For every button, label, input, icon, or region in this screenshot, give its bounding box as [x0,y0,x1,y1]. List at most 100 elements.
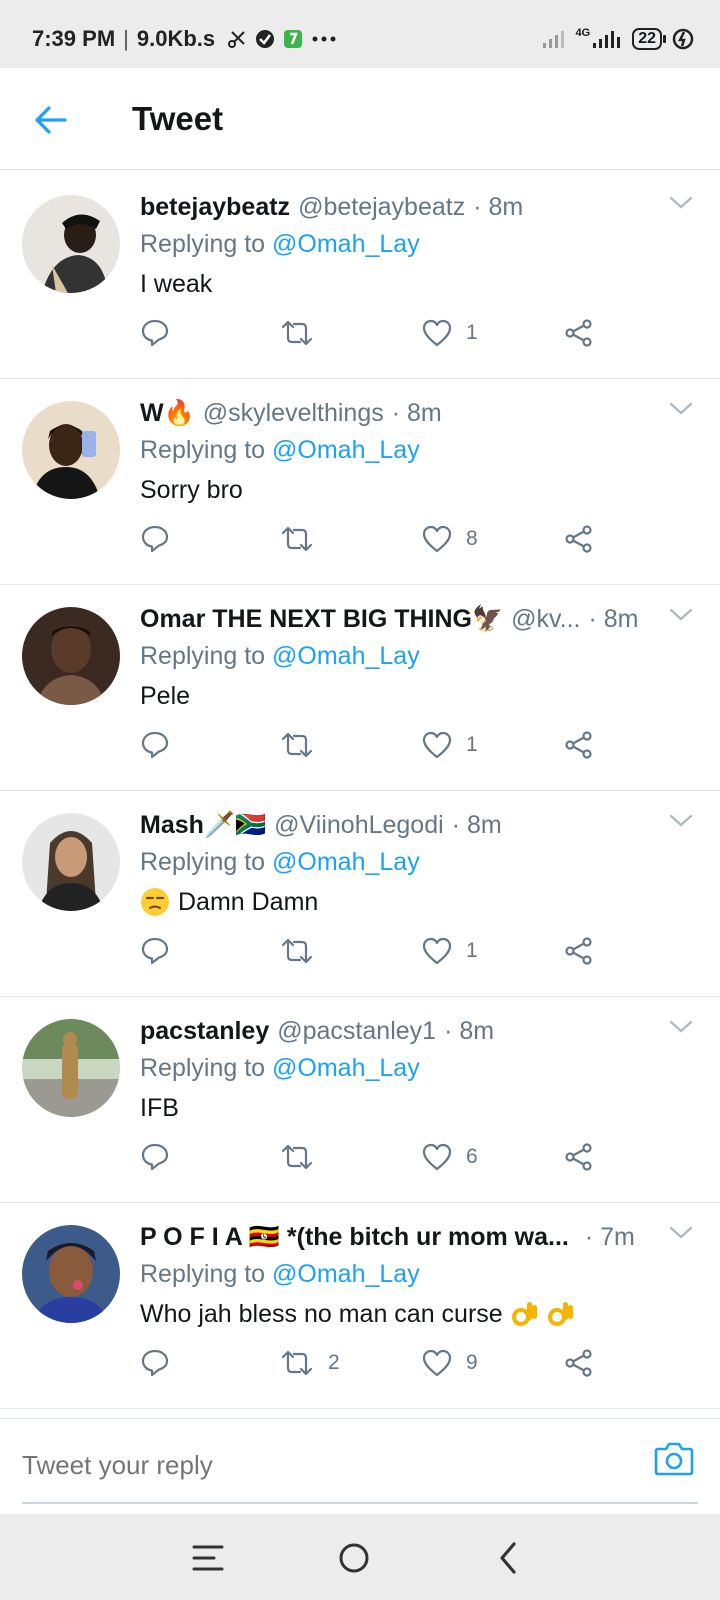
author-handle[interactable]: @betejaybeatz [298,191,465,223]
tweet-item[interactable]: betejaybeatz @betejaybeatz · 8m Replying… [0,173,720,379]
heart-icon [422,525,452,553]
share-button[interactable] [564,1343,594,1383]
author-handle[interactable]: @ViinohLegodi [274,809,444,841]
tweet-text-row: Who jah bless no man can curse [140,1298,690,1330]
mention-link[interactable]: @Omah_Lay [272,436,420,464]
author-name[interactable]: pacstanley [140,1015,269,1047]
share-button[interactable] [564,931,594,971]
avatar[interactable] [22,195,120,293]
tweet-item[interactable]: pacstanley @pacstanley1 · 8m Replying to… [0,997,720,1203]
tweet-item[interactable]: Omar THE NEXT BIG THING🦅 @kv... · 8m Rep… [0,585,720,791]
author-name[interactable]: betejaybeatz [140,191,290,223]
like-button[interactable]: 9 [422,1343,478,1383]
like-button[interactable]: 8 [422,519,478,559]
mention-link[interactable]: @Omah_Lay [272,848,420,876]
share-button[interactable] [564,313,594,353]
heart-icon [422,319,452,347]
retweet-icon [281,320,313,346]
reply-underline [22,1502,698,1504]
tweet-menu-button[interactable] [668,195,694,216]
like-button[interactable]: 6 [422,1137,478,1177]
system-back-button[interactable] [488,1538,528,1578]
retweet-icon [281,1144,313,1170]
check-circle-icon [256,30,275,48]
avatar[interactable] [22,1225,120,1323]
author-handle[interactable]: @kv... [511,603,580,635]
tweet-actions: 8 [140,519,610,559]
mention-link[interactable]: @Omah_Lay [272,642,420,670]
chevron-down-icon [669,608,693,621]
tweet-text: IFB [140,1094,179,1122]
like-button[interactable]: 1 [422,931,478,971]
tweet-menu-button[interactable] [668,607,694,628]
reply-button[interactable] [140,931,170,971]
retweet-icon [281,1350,313,1376]
heart-icon [422,1349,452,1377]
reply-button[interactable] [140,313,170,353]
retweet-button[interactable] [280,725,328,765]
recents-button[interactable] [188,1538,228,1578]
avatar[interactable] [22,607,120,705]
tweet-body: betejaybeatz @betejaybeatz · 8m Replying… [140,191,690,300]
author-name[interactable]: Omar THE NEXT BIG THING🦅 [140,603,503,635]
status-left: 7:39 PM | 9.0Kb.s [32,26,337,52]
share-button[interactable] [564,725,594,765]
tweet-text: Sorry bro [140,476,243,504]
camera-button[interactable] [654,1439,694,1482]
back-arrow-icon [35,106,67,134]
tweet-menu-button[interactable] [668,1019,694,1040]
home-circle-icon [339,1543,369,1573]
share-button[interactable] [564,519,594,559]
replying-label: Replying to [140,436,266,464]
author-name[interactable]: Mash🗡️🇿🇦 [140,809,266,841]
like-button[interactable]: 1 [422,313,478,353]
tweet-item[interactable]: Mash🗡️🇿🇦 @ViinohLegodi · 8m Replying to … [0,791,720,997]
retweet-button[interactable] [280,519,328,559]
tweet-header: P O F I A 🇺🇬 *(the bitch ur mom wa... · … [140,1221,690,1253]
tweet-menu-button[interactable] [668,813,694,834]
share-button[interactable] [564,1137,594,1177]
replying-to: Replying to @Omah_Lay [140,846,690,878]
reply-feed[interactable]: betejaybeatz @betejaybeatz · 8m Replying… [0,173,720,1409]
chevron-down-icon [669,1020,693,1033]
tweet-time: · 8m [473,193,524,221]
tweet-time: · 7m [584,1223,635,1251]
reply-button[interactable] [140,1137,170,1177]
reply-icon [141,1143,169,1171]
tweet-item[interactable]: W🔥 @skylevelthings · 8m Replying to @Oma… [0,379,720,585]
tweet-menu-button[interactable] [668,401,694,422]
author-handle[interactable]: @skylevelthings [203,397,384,429]
reply-input[interactable] [22,1445,622,1485]
retweet-button[interactable] [280,313,328,353]
author-name[interactable]: W🔥 [140,397,195,429]
reply-button[interactable] [140,519,170,559]
tweet-time: · 8m [444,1017,495,1045]
avatar[interactable] [22,1019,120,1117]
share-icon [565,1349,592,1377]
avatar[interactable] [22,401,120,499]
author-handle[interactable]: @pacstanley1 [277,1015,436,1047]
mention-link[interactable]: @Omah_Lay [272,1054,420,1082]
mention-link[interactable]: @Omah_Lay [272,1260,420,1288]
like-count: 1 [466,321,478,344]
mention-link[interactable]: @Omah_Lay [272,230,420,258]
tweet-menu-button[interactable] [668,1225,694,1246]
reply-button[interactable] [140,1343,170,1383]
retweet-button[interactable]: 2 [280,1343,340,1383]
home-button[interactable] [334,1538,374,1578]
tweet-item[interactable]: P O F I A 🇺🇬 *(the bitch ur mom wa... · … [0,1203,720,1409]
like-button[interactable]: 1 [422,725,478,765]
back-button[interactable] [30,100,70,140]
author-name[interactable]: P O F I A 🇺🇬 *(the bitch ur mom wa... [140,1221,569,1253]
replying-to: Replying to @Omah_Lay [140,434,690,466]
battery-icon: 22 [632,28,666,50]
reply-button[interactable] [140,725,170,765]
tweet-body: W🔥 @skylevelthings · 8m Replying to @Oma… [140,397,690,506]
app-header: Tweet [0,68,720,170]
more-dots-icon [312,36,336,42]
tweet-text-row: Damn Damn [140,886,690,918]
scissors-icon [228,31,245,48]
avatar[interactable] [22,813,120,911]
retweet-button[interactable] [280,1137,328,1177]
retweet-button[interactable] [280,931,328,971]
